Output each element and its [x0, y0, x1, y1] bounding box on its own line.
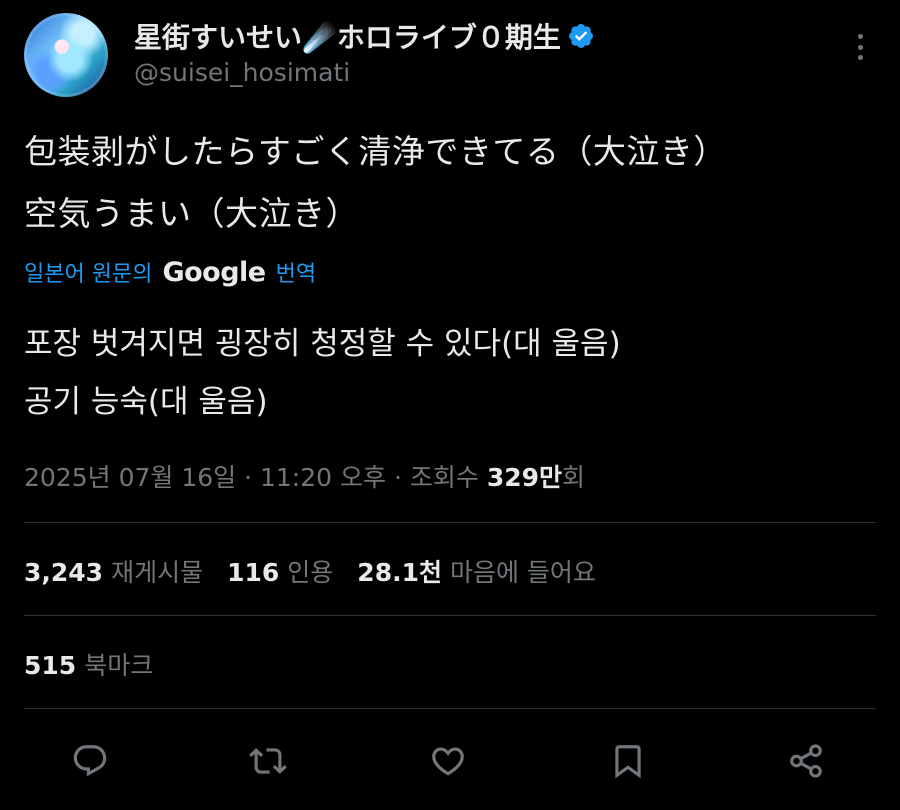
reply-button[interactable] — [68, 739, 112, 783]
verified-badge-icon — [568, 24, 593, 48]
views-label: 조회수 — [409, 463, 479, 492]
share-icon — [790, 744, 822, 778]
share-button[interactable] — [784, 739, 828, 783]
likes-count[interactable]: 28.1천 — [357, 553, 442, 589]
reply-icon — [73, 745, 107, 777]
meta-separator: · — [244, 463, 253, 492]
divider — [24, 615, 876, 616]
quotes-count[interactable]: 116 — [227, 558, 279, 587]
views-suffix: 회 — [562, 463, 586, 492]
quotes-label[interactable]: 인용 — [287, 553, 333, 589]
tweet-text-line: 空気うまい（大泣き） — [24, 194, 359, 233]
repost-icon — [249, 748, 287, 774]
avatar[interactable] — [24, 13, 108, 97]
bookmarks-count[interactable]: 515 — [24, 651, 76, 680]
divider — [24, 522, 876, 523]
like-button[interactable] — [426, 739, 470, 783]
repost-button[interactable] — [246, 739, 290, 783]
bookmarks-label[interactable]: 북마크 — [84, 646, 153, 682]
likes-label[interactable]: 마음에 들어요 — [450, 553, 596, 589]
translated-text-line: 포장 벗겨지면 굉장히 청정할 수 있다(대 울음) — [24, 326, 621, 362]
tweet-time[interactable]: 11:20 오후 — [260, 463, 386, 492]
author-display-name[interactable]: 星街すいせい☄️ホロライブ０期生 — [134, 16, 561, 56]
meta-separator: · — [393, 463, 402, 492]
like-icon — [432, 747, 464, 776]
translated-by-label[interactable]: 일본어 원문의 Google 번역 — [24, 256, 316, 288]
divider — [24, 708, 876, 709]
reposts-label[interactable]: 재게시물 — [111, 553, 203, 589]
author-handle[interactable]: @suisei_hosimati — [134, 58, 350, 87]
tweet-date[interactable]: 2025년 07월 16일 — [24, 463, 236, 492]
google-logo: Google — [162, 256, 266, 288]
tweet-meta: 2025년 07월 16일 · 11:20 오후 · 조회수 329만회 — [24, 458, 585, 494]
translated-text-line: 공기 능숙(대 울음) — [24, 384, 268, 420]
views-count: 329만 — [486, 463, 563, 492]
tweet-text-line: 包装剥がしたらすごく清浄できてる（大泣き） — [24, 132, 727, 171]
bookmarks-stat: 515 북마크 — [24, 646, 153, 682]
reposts-count[interactable]: 3,243 — [24, 558, 103, 587]
translation-suffix: 번역 — [275, 262, 317, 287]
bookmark-icon — [615, 745, 641, 779]
more-icon[interactable] — [847, 34, 873, 60]
author-name-row[interactable]: 星街すいせい☄️ホロライブ０期生 — [134, 18, 595, 54]
translation-prefix: 일본어 원문의 — [24, 262, 153, 287]
bookmark-button[interactable] — [606, 739, 650, 783]
engagement-stats: 3,243 재게시물 116 인용 28.1천 마음에 들어요 — [24, 553, 620, 589]
